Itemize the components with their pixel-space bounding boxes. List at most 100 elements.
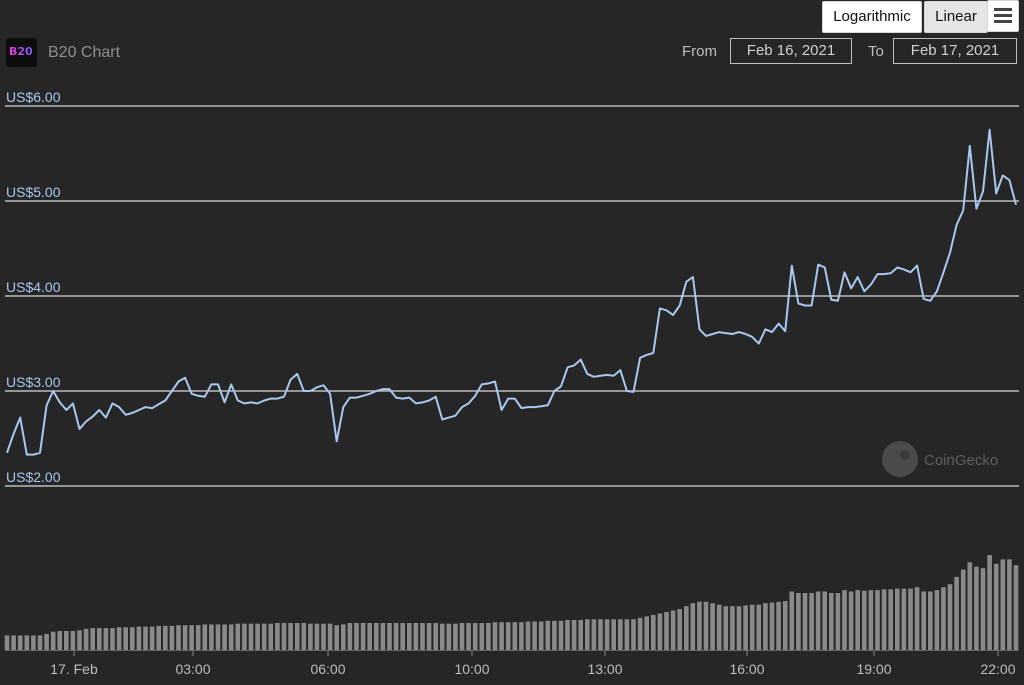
y-tick-label: US$6.00 xyxy=(6,89,61,105)
volume-bar xyxy=(393,623,399,650)
volume-bar xyxy=(703,601,709,650)
volume-bar xyxy=(651,614,656,650)
volume-bar xyxy=(571,620,577,650)
price-chart[interactable]: US$2.00 US$3.00 US$4.00 US$5.00 US$6.00 Coin… xyxy=(0,0,1024,685)
volume-bar xyxy=(90,628,95,650)
volume-bar xyxy=(281,623,287,650)
volume-bar xyxy=(387,623,392,650)
volume-bar xyxy=(1007,559,1012,650)
volume-bar xyxy=(209,624,214,650)
volume-bar xyxy=(275,623,280,650)
line-layer xyxy=(6,128,1017,456)
volume-bar xyxy=(453,623,458,650)
volume-bar xyxy=(954,576,959,650)
volume-bar xyxy=(50,631,56,650)
watermark-text: CoinGecko xyxy=(924,452,998,469)
volume-bar xyxy=(782,601,788,650)
volume-bar xyxy=(235,623,241,650)
volume-bar xyxy=(558,620,564,650)
volume-bar xyxy=(130,627,135,650)
volume-bar xyxy=(835,593,841,650)
volume-bar xyxy=(261,623,267,650)
volume-bar xyxy=(941,587,946,650)
volume-bar xyxy=(928,591,933,650)
volume-bar xyxy=(980,568,986,650)
volume-bar xyxy=(875,590,880,650)
volume-bar xyxy=(1013,565,1019,650)
volume-bar xyxy=(947,584,953,650)
volume-bar xyxy=(670,610,676,650)
volume-bar xyxy=(914,587,920,650)
volume-bar xyxy=(868,590,874,650)
volume-bar xyxy=(222,624,227,650)
volume-bar xyxy=(314,623,320,650)
y-tick-label: US$4.00 xyxy=(6,279,61,295)
x-tick-label: 16:00 xyxy=(729,661,764,677)
volume-bar xyxy=(1000,559,1006,650)
x-tick-label: 22:00 xyxy=(980,661,1015,677)
volume-bar xyxy=(492,622,498,650)
volume-bar xyxy=(143,626,148,650)
volume-bar xyxy=(519,622,524,650)
y-tick-label: US$3.00 xyxy=(6,374,61,390)
volume-bar xyxy=(446,623,452,650)
volume-bar xyxy=(525,621,531,650)
volume-bar xyxy=(466,623,471,650)
volume-bar xyxy=(776,601,781,650)
volume-bar xyxy=(472,623,478,650)
x-tick-label: 03:00 xyxy=(175,661,210,677)
volume-bar xyxy=(341,624,346,650)
volume-bar xyxy=(433,623,438,650)
volume-bar xyxy=(815,591,821,650)
volume-bar xyxy=(598,619,603,650)
volume-bar xyxy=(809,593,814,650)
volume-bar xyxy=(895,588,900,650)
volume-bar xyxy=(993,563,999,650)
volume-bar xyxy=(308,623,313,650)
volume-bar xyxy=(321,623,326,650)
x-tick-label: 17. Feb xyxy=(50,661,98,677)
volume-bar xyxy=(57,631,62,650)
volume-bar xyxy=(921,591,926,650)
volume-bar xyxy=(426,623,432,650)
volume-bar xyxy=(31,635,36,650)
volume-bar xyxy=(228,624,234,650)
volume-bar xyxy=(545,620,551,650)
volume-bar xyxy=(24,635,30,650)
volume-bar xyxy=(829,593,834,650)
volume-bar xyxy=(169,625,175,650)
volume-bar xyxy=(459,623,465,650)
volume-bar xyxy=(505,622,511,650)
volume-bar xyxy=(637,617,643,650)
coingecko-watermark: CoinGecko xyxy=(882,441,998,477)
volume-bar xyxy=(591,619,597,650)
volume-bar xyxy=(400,623,405,650)
volume-bar xyxy=(163,625,168,650)
volume-bar xyxy=(116,627,122,650)
volume-bar xyxy=(730,606,735,650)
volume-bar xyxy=(901,588,907,650)
x-tick-label: 13:00 xyxy=(587,661,622,677)
volume-bar xyxy=(967,562,973,650)
coingecko-eye xyxy=(900,450,910,460)
volume-bar xyxy=(908,588,913,650)
volume-bar xyxy=(538,621,544,650)
volume-bar xyxy=(881,589,887,650)
volume-bar xyxy=(565,620,570,650)
volume-bar xyxy=(512,622,518,650)
volume-bar xyxy=(354,623,359,650)
volume-bar xyxy=(604,619,610,650)
volume-bar xyxy=(11,635,16,650)
coingecko-icon xyxy=(882,441,918,477)
volume-bar xyxy=(367,623,372,650)
volume-bar xyxy=(268,623,274,650)
volume-bar xyxy=(97,628,102,650)
x-tick-label: 19:00 xyxy=(856,661,891,677)
volume-bar xyxy=(532,621,537,650)
x-tick-label: 06:00 xyxy=(310,661,345,677)
volume-bar xyxy=(176,625,181,650)
volume-bar xyxy=(248,623,254,650)
volume-bar xyxy=(756,604,762,650)
volume-bar xyxy=(769,602,775,650)
volume-bar xyxy=(960,569,966,650)
